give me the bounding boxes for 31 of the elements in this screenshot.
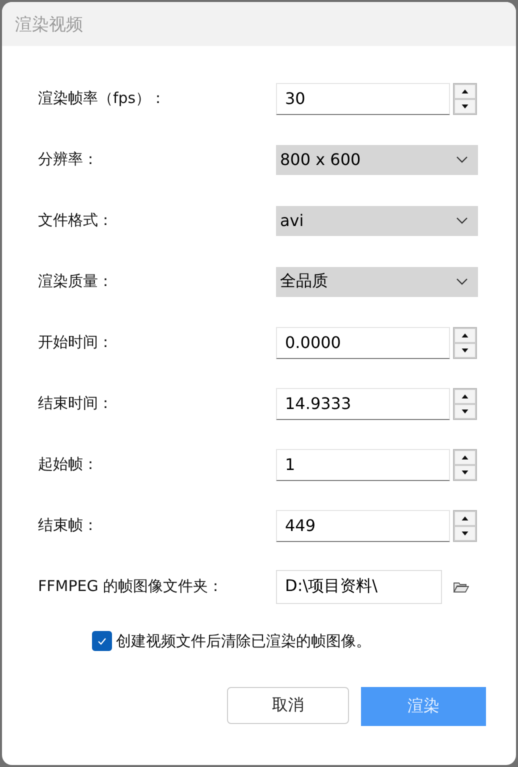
number-field[interactable]: 1 [276,448,450,480]
dropdown[interactable]: 800 x 600 [276,144,478,174]
field-label: 渲染质量： [38,272,114,291]
folder-icon[interactable] [453,580,469,592]
chevron-down-icon [456,156,468,164]
field-label: 渲染帧率（fps）： [38,89,167,108]
field-label: 分辨率： [38,150,99,169]
checkbox-label: 创建视频文件后清除已渲染的帧图像。 [116,632,371,650]
field-label: 文件格式： [38,211,114,230]
spin-buttons[interactable] [453,326,477,358]
chevron-down-icon [456,278,468,286]
spin-buttons[interactable] [453,388,477,420]
chevron-down-icon [456,216,468,224]
dropdown[interactable]: avi [276,206,478,236]
field-label: 起始帧： [38,455,99,474]
spin-buttons[interactable] [453,82,477,114]
number-field[interactable]: 0.0000 [276,326,450,358]
spin-buttons[interactable] [453,448,477,480]
field-label: 开始时间： [38,333,114,352]
number-field[interactable]: 449 [276,510,450,542]
number-field[interactable]: 30 [276,82,450,114]
window-title: 渲染视频 [15,14,83,36]
field-label: 结束帧： [38,516,99,535]
spin-buttons[interactable] [453,510,477,542]
field-label: FFMPEG 的帧图像文件夹： [38,577,224,596]
dropdown[interactable]: 全品质 [276,266,478,296]
field-label: 结束时间： [38,394,114,413]
checkbox[interactable] [92,631,112,651]
cancel-button[interactable]: 取消 [227,687,349,724]
folder-path-field[interactable]: D:\项目资料\ [276,570,442,604]
number-field[interactable]: 14.9333 [276,388,450,420]
